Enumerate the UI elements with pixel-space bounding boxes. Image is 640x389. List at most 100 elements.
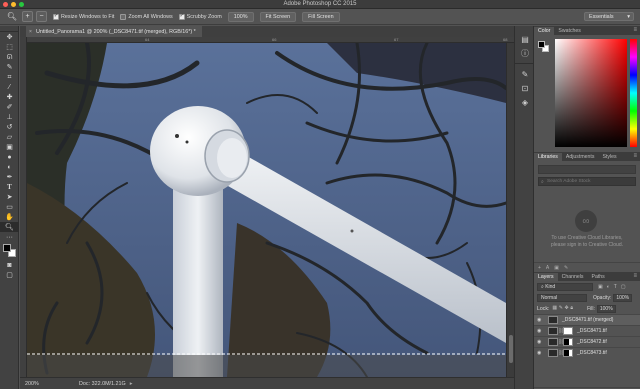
zoom-level-field[interactable]: 200% [25, 381, 51, 387]
opacity-field[interactable]: 100% [613, 293, 633, 302]
resize-windows-checkbox[interactable]: ✓ Resize Windows to Fit [53, 13, 114, 20]
text-style-icon[interactable]: A [546, 265, 549, 271]
panel-menu-icon[interactable]: ≡ [633, 153, 637, 159]
zoom-tool-icon[interactable]: 🔍︎ [0, 222, 19, 232]
marquee-tool-icon[interactable]: ⬚ [0, 42, 19, 52]
fit-screen-button[interactable]: Fit Screen [259, 11, 297, 22]
brush-tool-icon[interactable]: ✐ [0, 102, 19, 112]
tools-panel: ✥ ⬚ ᘏ ✎ ⌗ ⁄ ✚ ✐ ⊥ ↺ ▱ ▣ ● ◐ ✒ T ➤ ▭ ✋ 🔍︎… [0, 26, 19, 389]
tab-styles[interactable]: Styles [598, 153, 620, 161]
history-brush-tool-icon[interactable]: ↺ [0, 122, 19, 132]
clone-source-panel-icon[interactable]: ⊡ [515, 81, 535, 95]
layer-row[interactable]: ◉ ⛓︎ _DSC8471.tif [534, 325, 640, 336]
foreground-color-chip[interactable] [538, 41, 545, 48]
quick-select-tool-icon[interactable]: ✎ [0, 62, 19, 72]
document-canvas[interactable] [27, 43, 506, 377]
tab-adjustments[interactable]: Adjustments [562, 153, 599, 161]
color-field[interactable] [555, 39, 627, 147]
move-tool-icon[interactable]: ✥ [0, 32, 19, 42]
layer-mask-thumbnail[interactable] [563, 338, 573, 346]
eye-icon[interactable]: ◉ [537, 317, 545, 323]
workspace-switcher[interactable]: Essentials ▾ [584, 12, 634, 21]
layer-name: _DSC8471.tif [577, 328, 607, 334]
zoom-tool-preset-icon[interactable]: 🔍︎ [5, 11, 19, 22]
layer-row[interactable]: ◉ ⛓︎ _DSC8473.tif [534, 347, 640, 358]
tab-swatches[interactable]: Swatches [554, 27, 585, 35]
gradient-tool-icon[interactable]: ▣ [0, 142, 19, 152]
document-tab[interactable]: × Untitled_Panorama1 @ 200% (_DSC8471.ti… [26, 26, 202, 37]
options-bar: 🔍︎ + − ✓ Resize Windows to Fit Zoom All … [0, 9, 640, 25]
properties-panel-icon[interactable]: ⓘ [515, 46, 535, 60]
vertical-scrollbar[interactable] [506, 43, 514, 377]
status-menu-arrow-icon[interactable]: ▸ [130, 381, 133, 387]
right-panels: Color Swatches ≡ Libraries Adjustments S… [534, 26, 640, 389]
eye-icon[interactable]: ◉ [537, 339, 545, 345]
layer-mask-thumbnail[interactable] [563, 349, 573, 357]
add-content-icon[interactable]: + [538, 265, 541, 271]
blur-tool-icon[interactable]: ● [0, 152, 19, 162]
hand-tool-icon[interactable]: ✋ [0, 212, 19, 222]
eye-icon[interactable]: ◉ [537, 328, 545, 334]
type-tool-icon[interactable]: T [0, 182, 19, 192]
path-selection-tool-icon[interactable]: ➤ [0, 192, 19, 202]
tab-channels[interactable]: Channels [558, 273, 588, 281]
rectangle-tool-icon[interactable]: ▭ [0, 202, 19, 212]
zoom-in-button[interactable]: + [22, 11, 33, 22]
type-filter-icon[interactable]: T [614, 284, 617, 290]
panel-menu-icon[interactable]: ≡ [633, 27, 637, 33]
brush-icon[interactable]: ✎ [564, 265, 568, 271]
eraser-tool-icon[interactable]: ▱ [0, 132, 19, 142]
message-line: please sign in to Creative Cloud. [551, 242, 623, 248]
tab-libraries[interactable]: Libraries [534, 153, 562, 161]
tab-color[interactable]: Color [534, 27, 555, 35]
hue-slider[interactable] [630, 39, 637, 147]
more-tools-icon[interactable]: ··· [0, 232, 19, 242]
pen-tool-icon[interactable]: ✒ [0, 172, 19, 182]
3d-panel-icon[interactable]: ◈ [515, 95, 535, 109]
crop-tool-icon[interactable]: ⌗ [0, 72, 19, 82]
scrubby-zoom-checkbox[interactable]: ✓ Scrubby Zoom [178, 13, 222, 20]
layer-name: _DSC8472.tif [577, 339, 607, 345]
dodge-tool-icon[interactable]: ◐ [0, 162, 19, 172]
color-swatches[interactable] [0, 242, 18, 260]
fill-screen-button[interactable]: Fill Screen [302, 11, 340, 22]
fill-field[interactable]: 100% [596, 304, 616, 313]
stock-search-input[interactable]: ⌕ Search Adobe Stock [538, 177, 636, 186]
zoom-100-button[interactable]: 100% [227, 11, 254, 22]
layer-row[interactable]: ◉ _DSC8471.tif (merged) [534, 314, 640, 325]
layer-name: _DSC8473.tif [577, 350, 607, 356]
pixel-filter-icon[interactable]: ▣ [598, 284, 603, 290]
eyedropper-tool-icon[interactable]: ⁄ [0, 82, 19, 92]
layer-mask-thumbnail[interactable] [563, 327, 573, 335]
layer-row[interactable]: ◉ ⛓︎ _DSC8472.tif [534, 336, 640, 347]
vertical-ruler[interactable] [20, 37, 27, 377]
blend-mode-value: Normal [541, 294, 558, 301]
screen-mode-icon[interactable]: ▢ [0, 270, 19, 280]
workspace-label: Essentials [589, 13, 614, 20]
tab-paths[interactable]: Paths [588, 273, 609, 281]
eye-icon[interactable]: ◉ [537, 350, 545, 356]
shape-filter-icon[interactable]: ▢ [621, 284, 626, 290]
lock-icons[interactable]: ▦ ✎ ✥ 🔒︎ [552, 305, 573, 312]
quick-mask-icon[interactable]: ◙ [0, 260, 19, 270]
scrollbar-thumb[interactable] [509, 335, 513, 363]
lasso-tool-icon[interactable]: ᘏ [0, 52, 19, 62]
graphic-icon[interactable]: ▣ [554, 265, 559, 271]
panel-menu-icon[interactable]: ≡ [633, 273, 637, 279]
clone-stamp-tool-icon[interactable]: ⊥ [0, 112, 19, 122]
history-panel-icon[interactable]: ▤ [515, 32, 535, 46]
library-select[interactable] [538, 165, 636, 174]
blend-mode-select[interactable]: Normal [537, 293, 587, 302]
close-tab-icon[interactable]: × [29, 29, 32, 35]
libraries-signin-message: To use Creative Cloud Libraries, please … [540, 235, 634, 249]
zoom-out-button[interactable]: − [36, 11, 47, 22]
photo-image [27, 43, 506, 377]
brush-panel-icon[interactable]: ✎ [515, 67, 535, 81]
foreground-color-swatch[interactable] [3, 244, 11, 252]
layer-kind-filter[interactable]: ⌕ Kind [537, 282, 593, 291]
libraries-panel: ⌕ Search Adobe Stock ∞ To use Creative C… [534, 161, 640, 272]
zoom-all-windows-checkbox[interactable]: Zoom All Windows [120, 13, 173, 20]
tab-layers[interactable]: Layers [534, 273, 558, 281]
adjustment-filter-icon[interactable]: ◐ [607, 284, 610, 290]
healing-brush-tool-icon[interactable]: ✚ [0, 92, 19, 102]
